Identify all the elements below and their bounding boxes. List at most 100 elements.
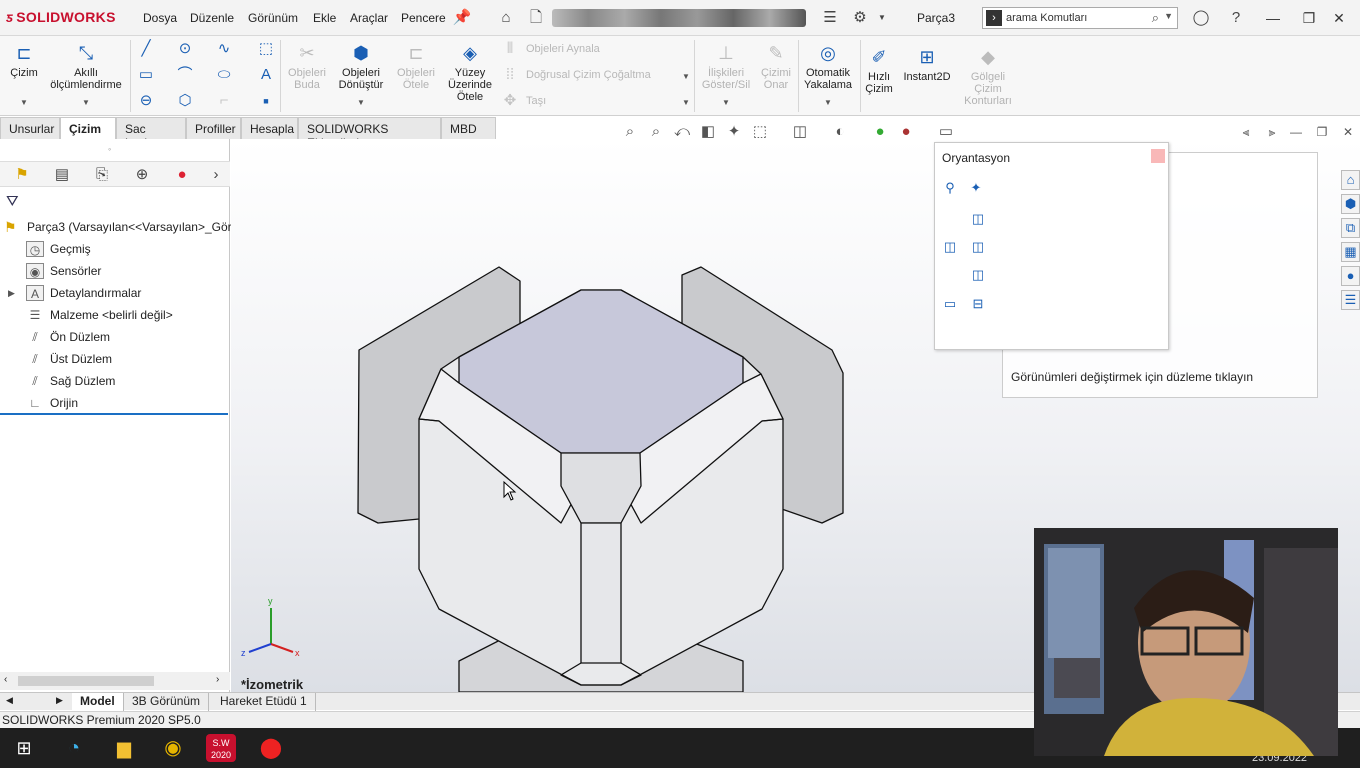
instant2d-button[interactable]: ⊞ Instant2D [898, 46, 956, 83]
convert-entities-button[interactable]: ⬢ Objeleri Dönüştür [334, 42, 388, 91]
display-relations-button[interactable]: ⊥ İlişkileri Göster/Sil [700, 42, 752, 91]
design-library-icon[interactable]: ⬢ [1341, 194, 1360, 214]
chevron-left-icon[interactable]: ◀ [6, 695, 13, 706]
trim-entities-button[interactable]: ✂ Objeleri Buda [284, 42, 330, 91]
view-palette-icon[interactable]: ▦ [1341, 242, 1360, 262]
command-search-input[interactable]: › arama Komutları ⌕ ▼ [982, 7, 1178, 29]
chevron-down-icon[interactable]: ▼ [82, 98, 90, 107]
tab-3d-view[interactable]: 3B Görünüm [124, 693, 210, 711]
zoom-to-area-icon[interactable]: ⌕ [646, 122, 666, 142]
file-explorer-icon[interactable]: ⧉ [1341, 218, 1360, 238]
left-view-icon[interactable]: ◫ [941, 238, 959, 256]
mirror-icon[interactable]: ⫴ [500, 40, 520, 58]
collapse-handle-icon[interactable]: ◦ [108, 144, 111, 154]
tab-eklentiler[interactable]: SOLIDWORKS Eklentileri [298, 117, 441, 150]
viewport-split-right-icon[interactable]: ⫸ [1262, 122, 1282, 142]
previous-view-icon[interactable]: ⤺ [672, 122, 692, 142]
gear-icon[interactable]: ⚙ [850, 8, 870, 28]
polygon-icon[interactable]: ⬡ [175, 92, 195, 110]
shaded-sketch-contours-button[interactable]: ◆ Gölgeli Çizim Konturları [958, 46, 1018, 107]
quick-snaps-button[interactable]: ◎ Otomatik Yakalama [800, 42, 856, 91]
tree-item-sag-duzlem[interactable]: ⫽ Sağ Düzlem [0, 371, 230, 391]
apply-scene-icon[interactable]: ● [896, 122, 916, 142]
rapid-sketch-button[interactable]: ✐ Hızlı Çizim [862, 46, 896, 95]
pin-icon[interactable]: 📌 [452, 8, 472, 28]
viewport-minimize-icon[interactable]: — [1286, 122, 1306, 142]
tab-cizim[interactable]: Çizim [60, 117, 116, 139]
new-document-icon[interactable]: 🗋 [526, 8, 546, 28]
arc-icon[interactable]: ⌒ [175, 66, 195, 84]
chrome-icon[interactable]: ◉ [159, 734, 187, 762]
windows-start-icon[interactable]: ⊞ [10, 734, 38, 762]
offset-entities-button[interactable]: ⊏ Objeleri Ötele [392, 42, 440, 91]
scrollbar-thumb[interactable] [18, 676, 154, 686]
menu-gorunum[interactable]: Görünüm [248, 11, 298, 25]
dynamic-annotation-icon[interactable]: ✦ [724, 122, 744, 142]
fillet-icon[interactable]: ⌐ [214, 92, 234, 110]
filter-icon[interactable]: ⛛ [6, 193, 19, 210]
search-icon[interactable]: ⌕ [1152, 10, 1159, 26]
menu-dosya[interactable]: Dosya [143, 11, 177, 25]
rectangle-icon[interactable]: ▭ [136, 66, 156, 84]
bottom-view-icon[interactable]: ◫ [969, 266, 987, 284]
menu-duzenle[interactable]: Düzenle [190, 11, 234, 25]
menu-pencere[interactable]: Pencere [401, 11, 446, 25]
tab-unsurlar[interactable]: Unsurlar [0, 117, 60, 139]
chevron-down-icon[interactable]: ▼ [1164, 11, 1173, 21]
dimxpert-tab-icon[interactable]: ⊕ [130, 165, 154, 185]
move-icon[interactable]: ✥ [500, 92, 520, 110]
tree-item-orijin[interactable]: ∟ Orijin [0, 393, 230, 413]
solidworks-taskbar-icon[interactable]: S.W 2020 [206, 734, 236, 762]
hide-show-items-icon[interactable]: ◐ [830, 122, 850, 142]
chevron-left-icon[interactable]: ‹ [4, 674, 7, 685]
tab-profiller[interactable]: Profiller [186, 117, 241, 139]
tab-model[interactable]: Model [72, 693, 124, 711]
close-icon[interactable] [1151, 149, 1165, 163]
front-view-icon[interactable]: ◫ [969, 238, 987, 256]
edge-icon[interactable]: ◔ [60, 734, 88, 762]
chevron-down-icon[interactable]: ▼ [682, 98, 690, 107]
new-view-icon[interactable]: ✦ [967, 179, 985, 197]
text-icon[interactable]: A [256, 66, 276, 84]
tree-item-malzeme[interactable]: ☰ Malzeme <belirli değil> [0, 305, 230, 325]
menu-araclar[interactable]: Araçlar [350, 11, 388, 25]
menu-ekle[interactable]: Ekle [313, 11, 336, 25]
rollback-bar[interactable] [0, 413, 228, 415]
offset-on-surface-button[interactable]: ◈ Yüzey Üzerinde Ötele [444, 42, 496, 103]
configuration-manager-tab-icon[interactable]: ⎘ [90, 165, 114, 185]
viewport-split-left-icon[interactable]: ⫷ [1236, 122, 1256, 142]
chevron-down-icon[interactable]: ▼ [824, 98, 832, 107]
view-settings-icon[interactable]: ▭ [936, 122, 956, 142]
tab-hesapla[interactable]: Hesapla [241, 117, 298, 139]
chevron-right-icon[interactable]: ▶ [56, 695, 63, 706]
ellipse-icon[interactable]: ⬭ [214, 66, 234, 84]
property-manager-tab-icon[interactable]: ▤ [50, 165, 74, 185]
tab-sac-levha[interactable]: Sac Levha [116, 117, 186, 150]
viewport-restore-icon[interactable]: ❐ [1312, 122, 1332, 142]
expand-arrow-icon[interactable]: ▶ [8, 283, 15, 303]
edit-appearance-icon[interactable]: ● [870, 122, 890, 142]
appearances-icon[interactable]: ● [1341, 266, 1360, 286]
top-view-icon[interactable]: ◫ [969, 210, 987, 228]
chevron-down-icon[interactable]: ▼ [357, 98, 365, 107]
tree-item-sensorler[interactable]: ◉ Sensörler [0, 261, 230, 281]
feature-manager-tab-icon[interactable]: ⚑ [10, 165, 34, 185]
move-entities-button[interactable]: Taşı [526, 95, 546, 107]
minimize-button[interactable]: — [1260, 8, 1286, 28]
options-list-icon[interactable]: ☰ [820, 8, 840, 28]
zoom-to-fit-icon[interactable]: ⌕ [620, 122, 640, 142]
pin-view-icon[interactable]: ⚲ [941, 179, 959, 197]
tab-mbd[interactable]: MBD [441, 117, 496, 139]
record-icon[interactable]: ⬤ [257, 734, 285, 762]
close-button[interactable]: ✕ [1326, 8, 1352, 28]
linear-pattern-button[interactable]: Doğrusal Çizim Çoğaltma [526, 69, 651, 81]
custom-properties-icon[interactable]: ☰ [1341, 290, 1360, 310]
chevron-right-icon[interactable]: › [204, 165, 228, 185]
chevron-down-icon[interactable]: ▼ [872, 8, 892, 28]
mirror-entities-button[interactable]: Objeleri Aynala [526, 43, 600, 55]
slot-icon[interactable]: ⊖ [136, 92, 156, 110]
section-view-icon[interactable]: ◧ [698, 122, 718, 142]
tree-root[interactable]: ⚑ Parça3 (Varsayılan<<Varsayılan>_Gör [0, 217, 232, 237]
home-icon[interactable]: ⌂ [1341, 170, 1360, 190]
spline-icon[interactable]: ∿ [214, 40, 234, 58]
